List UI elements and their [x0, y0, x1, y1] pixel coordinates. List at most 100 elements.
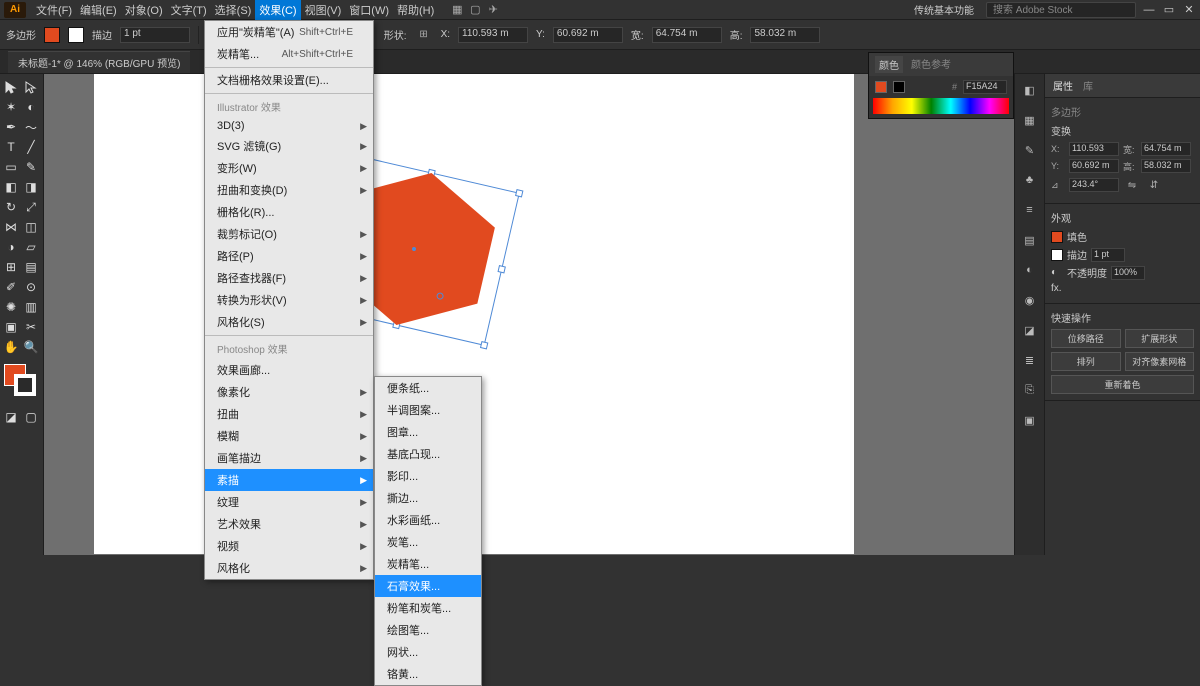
- direct-selection-tool[interactable]: [22, 78, 40, 96]
- strip-brushes-icon[interactable]: ✎: [1020, 140, 1040, 160]
- prop-angle-input[interactable]: 243.4°: [1069, 178, 1119, 192]
- bridge-icon[interactable]: ▦: [448, 1, 466, 19]
- menu-row[interactable]: 文档栅格效果设置(E)...: [205, 67, 373, 91]
- w-input[interactable]: 64.754 m: [652, 27, 722, 43]
- menu-row[interactable]: 转换为形状(V)▶: [205, 289, 373, 311]
- minimize-icon[interactable]: ―: [1142, 3, 1156, 17]
- panel-opacity-input[interactable]: 100%: [1111, 266, 1145, 280]
- menu-row[interactable]: 裁剪标记(O)▶: [205, 223, 373, 245]
- curvature-tool[interactable]: ～: [22, 118, 40, 136]
- document-tab[interactable]: 未标题-1* @ 146% (RGB/GPU 预览): [8, 51, 190, 73]
- screen-mode-tool[interactable]: ▢: [22, 408, 40, 426]
- graph-tool[interactable]: ▥: [22, 298, 40, 316]
- menu-row[interactable]: 应用"炭精笔"(A)Shift+Ctrl+E: [205, 21, 373, 43]
- menu-row[interactable]: 扭曲和变换(D)▶: [205, 179, 373, 201]
- rectangle-tool[interactable]: ▭: [2, 158, 20, 176]
- menu-row[interactable]: 模糊▶: [205, 425, 373, 447]
- menu-row[interactable]: 半调图案...: [375, 399, 481, 421]
- lasso-tool[interactable]: ◐: [22, 98, 40, 116]
- perspective-tool[interactable]: ▱: [22, 238, 40, 256]
- menu-row[interactable]: 水彩画纸...: [375, 509, 481, 531]
- paintbrush-tool[interactable]: ✎: [22, 158, 40, 176]
- transform-icon[interactable]: ⊞: [415, 26, 433, 44]
- hex-input[interactable]: F15A24: [963, 80, 1007, 94]
- color-spectrum[interactable]: [873, 98, 1009, 114]
- menu-row[interactable]: 像素化▶: [205, 381, 373, 403]
- menu-row[interactable]: 基底凸现...: [375, 443, 481, 465]
- menu-row[interactable]: 便条纸...: [375, 377, 481, 399]
- menu-row[interactable]: 网状...: [375, 641, 481, 663]
- strip-symbols-icon[interactable]: ♣: [1020, 170, 1040, 190]
- menu-row[interactable]: 变形(W)▶: [205, 157, 373, 179]
- menu-row[interactable]: 3D(3)▶: [205, 117, 373, 135]
- menu-row[interactable]: 炭笔...: [375, 531, 481, 553]
- magic-wand-tool[interactable]: ✶: [2, 98, 20, 116]
- menu-row[interactable]: 艺术效果▶: [205, 513, 373, 535]
- menu-row[interactable]: 铬黄...: [375, 663, 481, 685]
- type-tool[interactable]: T: [2, 138, 20, 156]
- menu-file[interactable]: 文件(F): [32, 0, 76, 20]
- fill-stroke-control[interactable]: [4, 364, 39, 400]
- stroke-color-icon[interactable]: [14, 374, 36, 396]
- eyedropper-tool[interactable]: ✐: [2, 278, 20, 296]
- strip-graphic-styles-icon[interactable]: ◪: [1020, 320, 1040, 340]
- menu-row[interactable]: 撕边...: [375, 487, 481, 509]
- strip-layers-icon[interactable]: ≣: [1020, 350, 1040, 370]
- menu-row[interactable]: 路径(P)▶: [205, 245, 373, 267]
- menu-type[interactable]: 文字(T): [167, 0, 211, 20]
- pen-tool[interactable]: ✒: [2, 118, 20, 136]
- zoom-tool[interactable]: 🔍: [22, 338, 40, 356]
- strip-stroke-icon[interactable]: ≡: [1020, 200, 1040, 220]
- menu-help[interactable]: 帮助(H): [393, 0, 438, 20]
- align-pixel-button[interactable]: 对齐像素网格: [1125, 352, 1195, 371]
- menu-row[interactable]: 扭曲▶: [205, 403, 373, 425]
- fx-label[interactable]: fx.: [1051, 283, 1062, 294]
- menu-row[interactable]: 影印...: [375, 465, 481, 487]
- menu-row[interactable]: 素描▶: [205, 469, 373, 491]
- menu-row[interactable]: 栅格化(R)...: [205, 201, 373, 223]
- menu-row[interactable]: 图章...: [375, 421, 481, 443]
- menu-window[interactable]: 窗口(W): [345, 0, 393, 20]
- symbol-sprayer-tool[interactable]: ✺: [2, 298, 20, 316]
- menu-row[interactable]: 炭精笔...: [375, 553, 481, 575]
- tab-libraries[interactable]: 库: [1083, 78, 1093, 93]
- tab-color[interactable]: 颜色: [875, 56, 903, 73]
- stroke-swatch[interactable]: [68, 27, 84, 43]
- shaper-tool[interactable]: ◧: [2, 178, 20, 196]
- menu-object[interactable]: 对象(O): [121, 0, 167, 20]
- menu-view[interactable]: 视图(V): [301, 0, 346, 20]
- offset-path-button[interactable]: 位移路径: [1051, 329, 1121, 348]
- maximize-icon[interactable]: ▭: [1162, 3, 1176, 17]
- menu-edit[interactable]: 编辑(E): [76, 0, 121, 20]
- close-icon[interactable]: ✕: [1182, 3, 1196, 17]
- x-input[interactable]: 110.593 m: [458, 27, 528, 43]
- color-stroke-swatch[interactable]: [893, 81, 905, 93]
- menu-row[interactable]: 石膏效果...: [375, 575, 481, 597]
- menu-row[interactable]: 绘图笔...: [375, 619, 481, 641]
- width-tool[interactable]: ⋈: [2, 218, 20, 236]
- draw-mode-tool[interactable]: ◪: [2, 408, 20, 426]
- slice-tool[interactable]: ✂: [22, 318, 40, 336]
- menu-row[interactable]: 风格化▶: [205, 557, 373, 579]
- tab-properties[interactable]: 属性: [1053, 78, 1073, 93]
- color-fill-swatch[interactable]: [875, 81, 887, 93]
- menu-select[interactable]: 选择(S): [211, 0, 256, 20]
- hand-tool[interactable]: ✋: [2, 338, 20, 356]
- h-input[interactable]: 58.032 m: [750, 27, 820, 43]
- scale-tool[interactable]: ⤢: [22, 198, 40, 216]
- arrange-icon[interactable]: ▢: [466, 1, 484, 19]
- panel-fill-swatch[interactable]: [1051, 231, 1063, 243]
- menu-effect[interactable]: 效果(C): [255, 0, 300, 20]
- tab-color-guide[interactable]: 颜色参考: [911, 56, 951, 73]
- menu-row[interactable]: Photoshop 效果: [205, 335, 373, 359]
- canvas[interactable]: [44, 74, 1014, 555]
- menu-row[interactable]: 粉笔和炭笔...: [375, 597, 481, 619]
- rotate-tool[interactable]: ↻: [2, 198, 20, 216]
- strip-color-icon[interactable]: ◧: [1020, 80, 1040, 100]
- menu-row[interactable]: 炭精笔...Alt+Shift+Ctrl+E: [205, 43, 373, 65]
- stroke-weight-input[interactable]: 1 pt: [120, 27, 190, 43]
- expand-shape-button[interactable]: 扩展形状: [1125, 329, 1195, 348]
- fill-swatch[interactable]: [44, 27, 60, 43]
- y-input[interactable]: 60.692 m: [553, 27, 623, 43]
- flip-v-icon[interactable]: ⇵: [1145, 176, 1163, 194]
